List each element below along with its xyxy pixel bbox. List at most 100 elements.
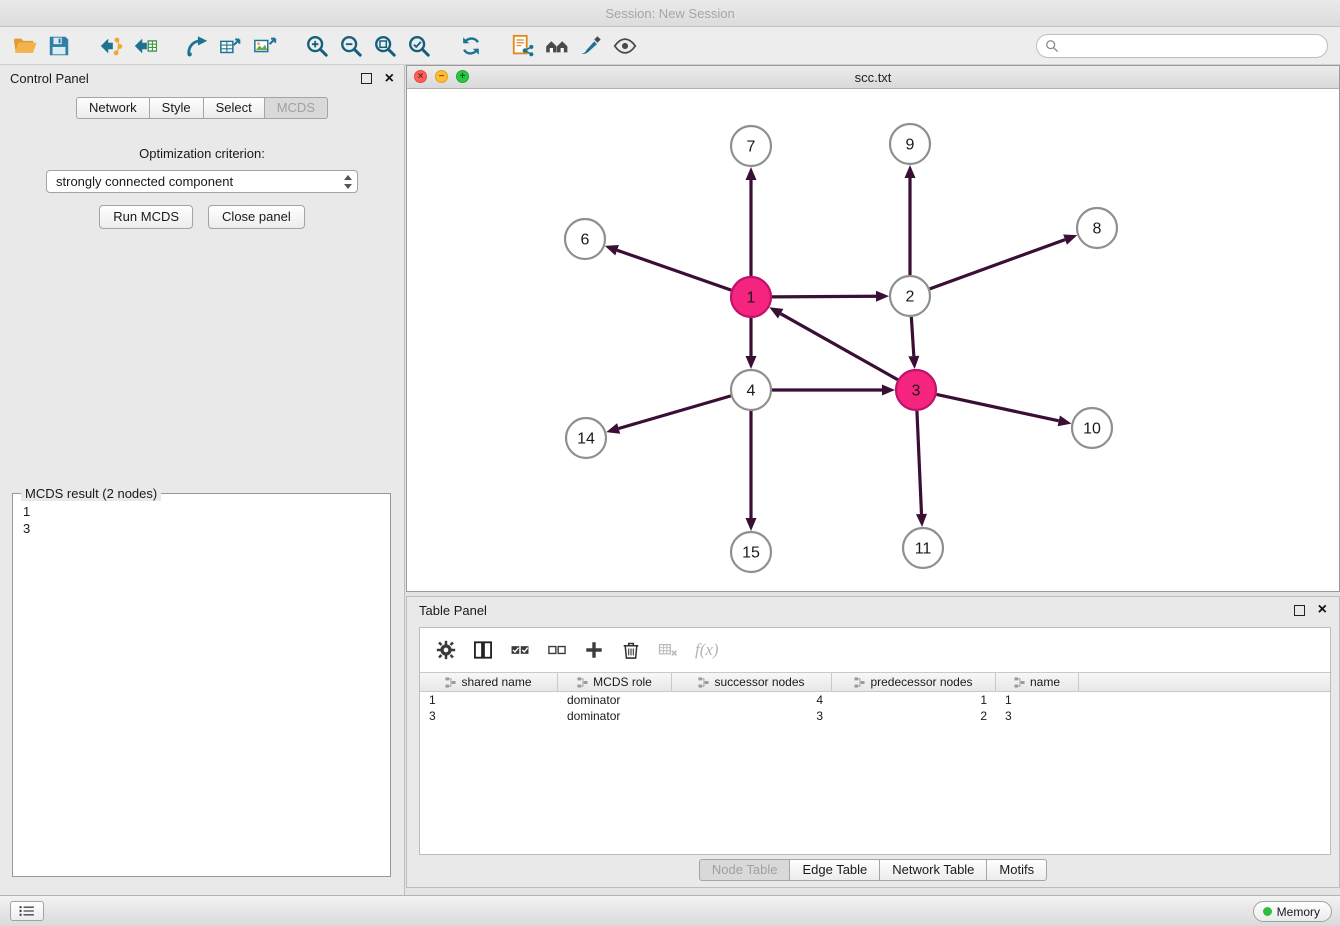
- edge-1-to-7[interactable]: [746, 167, 757, 276]
- graph-node-2[interactable]: 2: [890, 276, 930, 316]
- zoom-out-button[interactable]: [334, 30, 368, 62]
- export-network-button[interactable]: [180, 30, 214, 62]
- deselect-all-rows-button[interactable]: [547, 640, 567, 660]
- panel-list-button[interactable]: [10, 901, 44, 921]
- float-panel-icon[interactable]: [361, 73, 372, 84]
- column-header-predecessor-nodes[interactable]: predecessor nodes: [832, 673, 996, 691]
- show-hide-graphics-button[interactable]: [608, 30, 642, 62]
- column-header-label: MCDS role: [593, 675, 652, 689]
- control-tab-network[interactable]: Network: [76, 97, 150, 119]
- close-window-icon[interactable]: [414, 70, 427, 83]
- criterion-dropdown[interactable]: strongly connected component: [46, 170, 358, 193]
- edge-4-to-14[interactable]: [606, 396, 731, 434]
- network-canvas[interactable]: 7 9 6 8 1 2 4 3 14 10 15 11: [407, 89, 1339, 590]
- mcds-result-title: MCDS result (2 nodes): [21, 486, 161, 501]
- column-header-mcds-role[interactable]: MCDS role: [558, 673, 672, 691]
- graph-node-11[interactable]: 11: [903, 528, 943, 568]
- edge-2-to-8[interactable]: [930, 234, 1078, 288]
- save-session-button[interactable]: [42, 30, 76, 62]
- edge-3-to-1[interactable]: [769, 307, 897, 379]
- graph-node-14[interactable]: 14: [566, 418, 606, 458]
- control-panel-buttons: Run MCDS Close panel: [0, 205, 404, 229]
- close-panel-button[interactable]: Close panel: [208, 205, 305, 229]
- export-image-button[interactable]: [248, 30, 282, 62]
- graph-node-10[interactable]: 10: [1072, 408, 1112, 448]
- open-file-button[interactable]: [8, 30, 42, 62]
- first-neighbors-button[interactable]: [540, 30, 574, 62]
- refresh-icon: [459, 34, 483, 58]
- graph-node-4[interactable]: 4: [731, 370, 771, 410]
- graph-node-3[interactable]: 3: [896, 370, 936, 410]
- toolbar-group-separator: [282, 45, 300, 46]
- table-tab-motifs[interactable]: Motifs: [986, 859, 1047, 881]
- close-table-panel-icon[interactable]: [1318, 602, 1327, 618]
- create-column-button[interactable]: [584, 640, 604, 660]
- maximize-window-icon[interactable]: [456, 70, 469, 83]
- edge-3-to-11[interactable]: [916, 411, 927, 527]
- edge-4-to-15[interactable]: [746, 411, 757, 531]
- refresh-layout-button[interactable]: [454, 30, 488, 62]
- search-input[interactable]: [1036, 34, 1328, 58]
- node-label: 9: [906, 137, 915, 154]
- table-tab-network-table[interactable]: Network Table: [879, 859, 987, 881]
- table-tab-node-table[interactable]: Node Table: [699, 859, 791, 881]
- arrowhead-icon: [905, 165, 916, 178]
- table-row[interactable]: 1dominator411: [420, 692, 1330, 708]
- table-cell: dominator: [558, 692, 672, 708]
- export-table-button[interactable]: [214, 30, 248, 62]
- graph-node-8[interactable]: 8: [1077, 208, 1117, 248]
- graph-node-9[interactable]: 9: [890, 124, 930, 164]
- table-cell: 1: [420, 692, 558, 708]
- import-table-from-file-button[interactable]: [128, 30, 162, 62]
- export-network-icon: [185, 34, 209, 58]
- table-tab-edge-table[interactable]: Edge Table: [789, 859, 880, 881]
- close-panel-icon[interactable]: [385, 71, 394, 87]
- edge-2-to-9[interactable]: [905, 165, 916, 275]
- minimize-window-icon[interactable]: [435, 70, 448, 83]
- control-tab-mcds[interactable]: MCDS: [264, 97, 328, 119]
- zoom-in-button[interactable]: [300, 30, 334, 62]
- memory-button[interactable]: Memory: [1253, 901, 1332, 922]
- graph-node-15[interactable]: 15: [731, 532, 771, 572]
- select-all-rows-button[interactable]: [510, 640, 530, 660]
- column-header-name[interactable]: name: [996, 673, 1079, 691]
- node-label: 15: [742, 545, 760, 562]
- column-settings-button[interactable]: [436, 640, 456, 660]
- graph-node-7[interactable]: 7: [731, 126, 771, 166]
- toggle-columns-button[interactable]: [473, 640, 493, 660]
- run-mcds-button[interactable]: Run MCDS: [99, 205, 193, 229]
- delete-column-button[interactable]: [621, 640, 641, 660]
- float-table-panel-icon[interactable]: [1294, 605, 1305, 616]
- graph-node-6[interactable]: 6: [565, 219, 605, 259]
- optimization-criterion-label: Optimization criterion:: [0, 146, 404, 161]
- edge-4-to-3[interactable]: [772, 385, 895, 396]
- table-delete-icon: [658, 640, 678, 660]
- edge-3-to-10[interactable]: [937, 394, 1072, 426]
- copy-network-to-clipboard-button[interactable]: [506, 30, 540, 62]
- column-header-label: shared name: [461, 675, 531, 689]
- edge-1-to-6[interactable]: [605, 245, 731, 290]
- status-bar: Memory: [0, 895, 1340, 926]
- table-row[interactable]: 3dominator323: [420, 708, 1330, 724]
- graph-node-1[interactable]: 1: [731, 277, 771, 317]
- control-panel-tabs: NetworkStyleSelectMCDS: [0, 97, 404, 119]
- zoom-fit-button[interactable]: [368, 30, 402, 62]
- apply-style-button[interactable]: [574, 30, 608, 62]
- column-header-shared-name[interactable]: shared name: [420, 673, 558, 691]
- zoom-selected-button[interactable]: [402, 30, 436, 62]
- edge-1-to-4[interactable]: [746, 318, 757, 369]
- clipboard-share-icon: [511, 34, 535, 58]
- search-container: [1036, 34, 1328, 58]
- column-header-successor-nodes[interactable]: successor nodes: [672, 673, 832, 691]
- network-view-window: scc.txt 7968124314101511: [406, 65, 1340, 592]
- column-type-icon: [698, 677, 709, 688]
- node-label: 3: [912, 383, 921, 400]
- control-tab-style[interactable]: Style: [149, 97, 204, 119]
- import-network-from-file-button[interactable]: [94, 30, 128, 62]
- arrowhead-icon: [882, 385, 895, 396]
- control-tab-select[interactable]: Select: [203, 97, 265, 119]
- edge-2-to-3[interactable]: [908, 317, 919, 369]
- column-header-filler: [1079, 673, 1330, 691]
- node-label: 8: [1093, 221, 1102, 238]
- edge-1-to-2[interactable]: [772, 291, 889, 302]
